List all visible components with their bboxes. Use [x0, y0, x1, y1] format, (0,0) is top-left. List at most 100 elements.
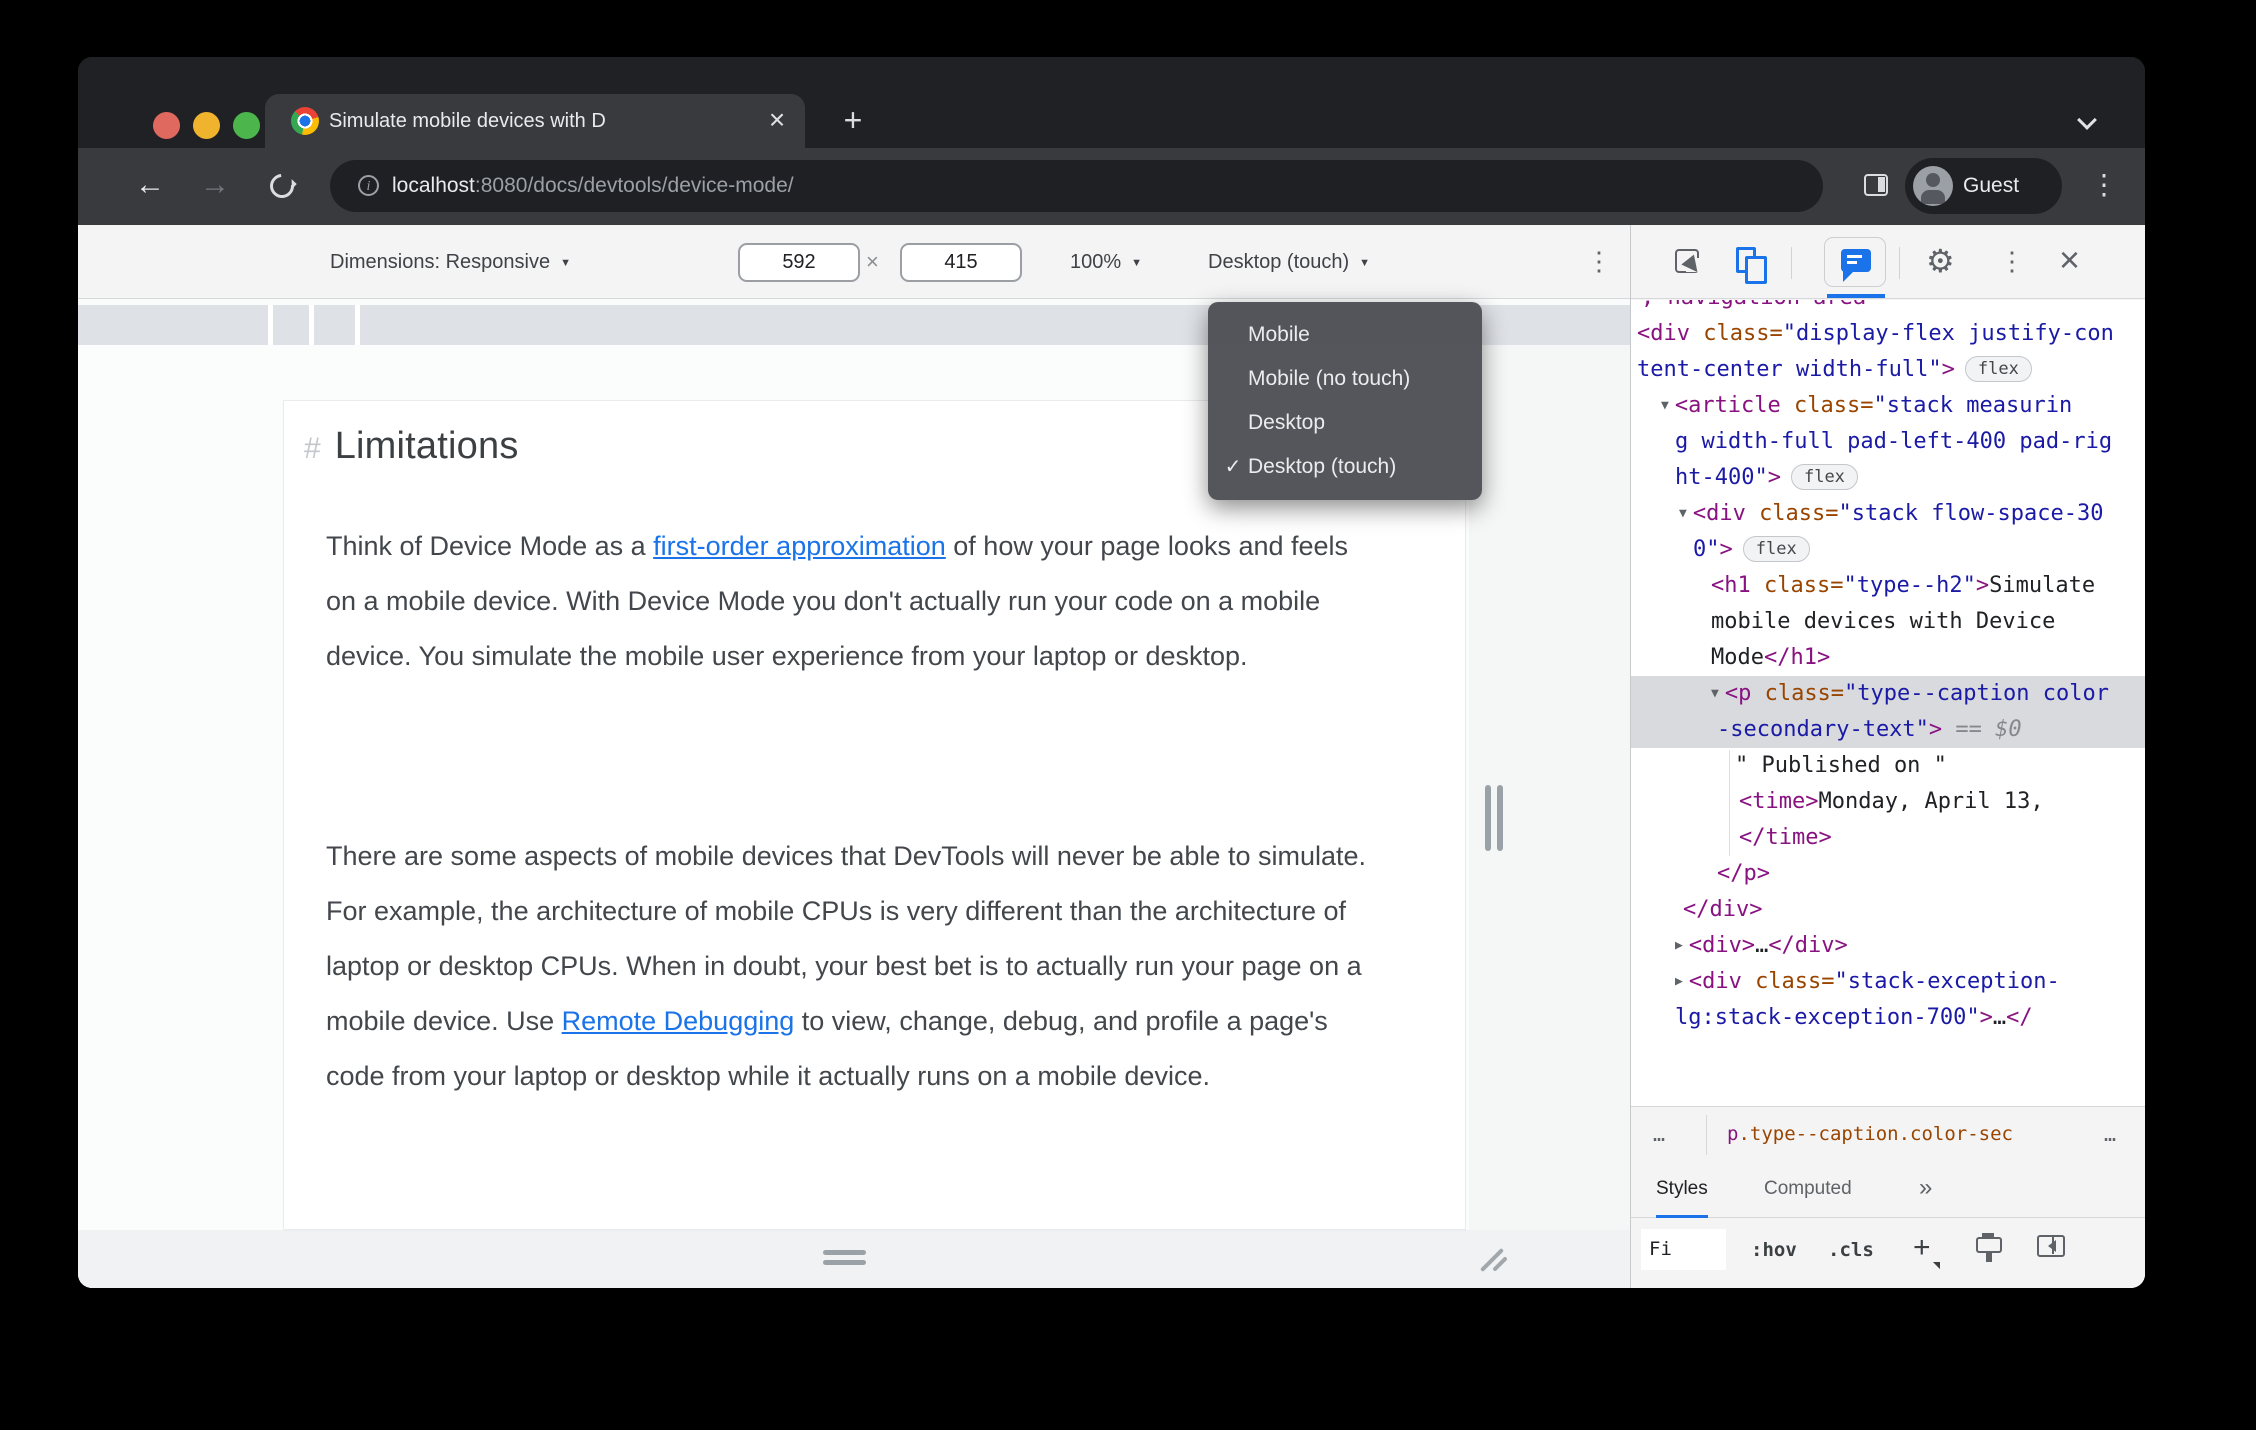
viewport-width-input[interactable] [738, 243, 860, 282]
tab-title-fade [669, 96, 731, 146]
device-type-dropdown[interactable]: Desktop (touch) ▼ [1208, 225, 1370, 300]
heading-text: Limitations [334, 425, 519, 467]
tab-styles[interactable]: Styles [1656, 1163, 1708, 1218]
elements-tree-row[interactable]: Mode</h1> [1631, 640, 2145, 676]
minimize-window-button[interactable] [193, 112, 220, 139]
elements-tree-row[interactable]: <time>Monday, April 13, [1631, 784, 2145, 820]
reload-button[interactable] [265, 169, 299, 203]
viewport-resize-handle-corner[interactable] [1472, 1243, 1508, 1277]
elements-tree-row[interactable]: mobile devices with Device [1631, 604, 2145, 640]
breadcrumb: … p.type--caption.color-sec … [1631, 1106, 2145, 1163]
address-bar-row: ← → i localhost:8080/docs/devtools/devic… [78, 148, 2145, 225]
site-info-icon[interactable]: i [358, 175, 379, 196]
viewport-resize-handle-bottom[interactable] [823, 1260, 866, 1265]
viewport-resize-handle-right[interactable] [1485, 785, 1491, 851]
content-area: Dimensions: Responsive▼ × 100%▼ Desktop … [78, 225, 2145, 1288]
close-tab-icon[interactable]: × [757, 94, 797, 148]
flex-badge[interactable]: flex [1742, 536, 1810, 562]
breadcrumb-item[interactable]: p.type--caption.color-sec [1727, 1107, 2013, 1162]
browser-menu-icon[interactable]: ⋮ [2090, 148, 2118, 225]
profile-button[interactable]: Guest [1905, 158, 2062, 214]
styles-filter-input[interactable]: Fi [1641, 1229, 1726, 1270]
tab-computed[interactable]: Computed [1764, 1163, 1852, 1215]
toggle-hover-state-button[interactable]: :hov [1751, 1219, 1797, 1281]
elements-tree-row[interactable]: , navigation-area [1631, 300, 2145, 316]
heading-anchor-hash[interactable]: # [304, 432, 321, 465]
dimensions-dropdown[interactable]: Dimensions: Responsive ▼ [330, 225, 571, 300]
toggle-class-button[interactable]: .cls [1828, 1219, 1874, 1281]
new-tab-button[interactable]: + [826, 94, 880, 148]
elements-tree-row[interactable]: ▼ <article class="stack measurin [1631, 388, 2145, 424]
elements-tree-row[interactable]: ht-400"> flex [1631, 460, 2145, 496]
elements-tree-row[interactable]: ▼ <div class="stack flow-space-30 [1631, 496, 2145, 532]
flex-badge[interactable]: flex [1964, 356, 2032, 382]
inspect-element-icon[interactable] [1675, 249, 1700, 273]
expand-arrow-open-icon[interactable]: ▼ [1711, 686, 1719, 701]
rendering-emulation-icon[interactable] [1976, 1233, 2002, 1262]
elements-tree-row[interactable]: <div class="display-flex justify-con [1631, 316, 2145, 352]
content-link[interactable]: first-order approximation [653, 531, 946, 561]
breadcrumb-overflow-right[interactable]: … [2104, 1107, 2118, 1162]
device-toolbar-menu-icon[interactable]: ⋮ [1586, 225, 1612, 297]
menu-item-mobile-no-touch[interactable]: Mobile (no touch) [1208, 357, 1482, 401]
messages-panel-tab[interactable] [1824, 237, 1886, 287]
menu-item-mobile[interactable]: Mobile [1208, 313, 1482, 357]
viewport-height-input[interactable] [900, 243, 1022, 282]
elements-tree-row[interactable]: ▶ <div>…</div> [1631, 928, 2145, 964]
elements-tree-row[interactable]: </div> [1631, 892, 2145, 928]
expand-arrow-open-icon[interactable]: ▼ [1679, 506, 1687, 521]
elements-tree-row[interactable]: g width-full pad-left-400 pad-rig [1631, 424, 2145, 460]
check-icon: ✓ [1224, 456, 1242, 478]
device-mode-toolbar: Dimensions: Responsive▼ × 100%▼ Desktop … [78, 225, 1630, 299]
menu-item-label: Desktop (touch) [1248, 455, 1397, 478]
paragraph: Think of Device Mode as a first-order ap… [326, 519, 1371, 684]
more-tabs-icon[interactable]: » [1919, 1163, 1932, 1213]
url-path: :8080/docs/devtools/device-mode/ [474, 174, 794, 197]
elements-tree-row[interactable]: <h1 class="type--h2">Simulate [1631, 568, 2145, 604]
menu-item-label: Desktop [1248, 411, 1326, 434]
elements-tree-row[interactable]: ▼ <p class="type--caption color [1631, 676, 2145, 712]
breadcrumb-overflow-left[interactable]: … [1653, 1107, 1667, 1162]
expand-arrow-open-icon[interactable]: ▼ [1661, 398, 1669, 413]
address-field[interactable]: i localhost:8080/docs/devtools/device-mo… [330, 160, 1823, 212]
close-window-button[interactable] [153, 112, 180, 139]
paragraph-text: Think of Device Mode as a [326, 531, 654, 561]
active-panel-indicator [1827, 294, 1885, 298]
elements-tree-row[interactable]: lg:stack-exception-700">…</ [1631, 1000, 2145, 1036]
devtools-menu-icon[interactable]: ⋮ [1999, 225, 2025, 297]
elements-tree-row[interactable]: ▶ <div class="stack-exception- [1631, 964, 2145, 1000]
new-style-rule-button[interactable]: + [1913, 1219, 1931, 1277]
viewport-resize-handle-bottom[interactable] [823, 1250, 866, 1255]
back-button[interactable]: ← [128, 148, 172, 225]
menu-item-desktop-touch[interactable]: ✓ Desktop (touch) [1208, 445, 1482, 489]
zoom-window-button[interactable] [233, 112, 260, 139]
elements-tree: , navigation-area<div class="display-fle… [1631, 300, 2145, 1106]
browser-tab[interactable]: Simulate mobile devices with D × [265, 94, 805, 148]
menu-item-desktop[interactable]: Desktop [1208, 401, 1482, 445]
side-panel-icon[interactable] [1864, 174, 1888, 196]
elements-tree-row[interactable]: tent-center width-full"> flex [1631, 352, 2145, 388]
menu-item-label: Mobile (no touch) [1248, 367, 1411, 390]
show-sidebar-icon[interactable] [2037, 1235, 2065, 1257]
forward-button[interactable]: → [193, 148, 237, 225]
toggle-device-toolbar-icon[interactable] [1736, 247, 1767, 284]
elements-tree-row[interactable]: " Published on " [1631, 748, 2145, 784]
flex-badge[interactable]: flex [1790, 464, 1858, 490]
paragraph: There are some aspects of mobile devices… [326, 829, 1371, 1104]
caret-down-icon: ▼ [1359, 257, 1371, 269]
expand-arrow-closed-icon[interactable]: ▶ [1675, 938, 1683, 953]
elements-tree-row[interactable]: </p> [1631, 856, 2145, 892]
close-devtools-icon[interactable]: × [2059, 225, 2080, 295]
viewport-resize-handle-right[interactable] [1497, 785, 1503, 851]
zoom-dropdown[interactable]: 100% ▼ [1070, 225, 1142, 300]
url-text: localhost:8080/docs/devtools/device-mode… [392, 160, 794, 212]
chevron-down-icon[interactable] [2077, 110, 2097, 130]
caret-down-icon: ▼ [1131, 257, 1143, 269]
elements-tree-row[interactable]: 0"> flex [1631, 532, 2145, 568]
viewport-bottom-gutter [78, 1230, 1630, 1288]
elements-tree-row[interactable]: -secondary-text"> == $0 [1631, 712, 2145, 748]
settings-gear-icon[interactable]: ⚙ [1926, 225, 1955, 297]
content-link[interactable]: Remote Debugging [562, 1006, 795, 1036]
elements-tree-row[interactable]: </time> [1631, 820, 2145, 856]
expand-arrow-closed-icon[interactable]: ▶ [1675, 974, 1683, 989]
